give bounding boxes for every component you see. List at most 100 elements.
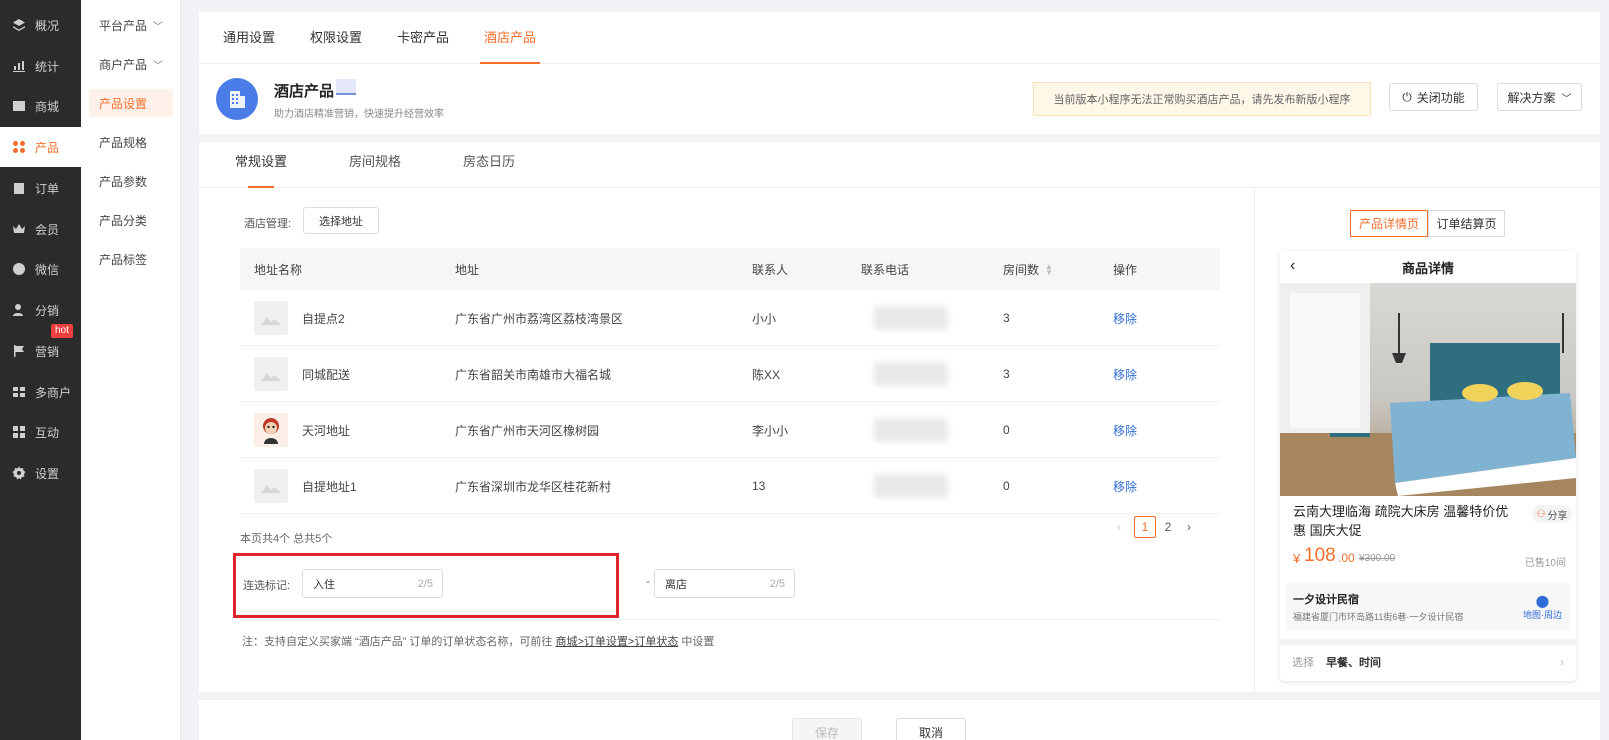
room-photo (1280, 283, 1576, 496)
solution-label: 解决方案 (1507, 90, 1556, 105)
row-address: 广东省广州市荔湾区荔枝湾景区 (455, 311, 624, 326)
solution-dropdown-button[interactable]: 解决方案 ﹀ (1497, 83, 1582, 111)
tab-general-settings[interactable]: 通用设置 (223, 12, 275, 64)
shop-info: 一夕设计民宿 福建省厦门市环岛路11街6巷·一夕设计民宿 ⬤ 地图·周边 (1286, 583, 1570, 631)
page-summary: 本页共4个 总共5个 (240, 533, 333, 545)
remove-link[interactable]: 移除 (1113, 290, 1137, 346)
gear-icon (12, 466, 26, 480)
header-card: 通用设置 权限设置 卡密产品 酒店产品 酒店产品 助力酒店精准营销，快速提升经营… (199, 12, 1600, 134)
phone-blurred (874, 362, 948, 386)
prev-page-button[interactable]: ‹ (1112, 516, 1126, 538)
col-rooms[interactable]: 房间数 ▲ ▼ (1003, 261, 1053, 278)
close-feature-button[interactable]: ⏻ 关闭功能 (1389, 83, 1478, 111)
preview-separator (1280, 639, 1576, 645)
sidebar-item-marketing[interactable]: 营销 hot (0, 324, 81, 371)
select-address-button[interactable]: 选择地址 (303, 207, 379, 234)
checkin-value: 入住 (313, 578, 335, 591)
submenu-product-specs[interactable]: 产品规格 (89, 128, 173, 156)
wechat-icon (12, 262, 26, 276)
submenu-product-tags[interactable]: 产品标签 (89, 245, 173, 273)
phone-preview: 商品详情 ‹ 云南大理临海 疏院大床房 温馨特价优惠 国庆大促 ⚇ 分享 ¥ 1… (1280, 251, 1576, 681)
location-icon: ⬤ (1535, 594, 1550, 608)
avatar-icon (254, 413, 288, 447)
price-decimal: .00 (1338, 551, 1355, 565)
chart-icon (12, 59, 26, 73)
tab-hotel-products[interactable]: 酒店产品 (479, 12, 541, 64)
tab-room-specs[interactable]: 房间规格 (349, 142, 401, 188)
clipboard-icon (12, 181, 26, 195)
sidebar-item-label: 互动 (35, 425, 60, 440)
sidebar-item-stats[interactable]: 统计 (0, 46, 81, 86)
sidebar-item-multi-merchant[interactable]: 多商户 (0, 372, 81, 412)
option-value: 早餐、时间 (1326, 657, 1381, 669)
sidebar-item-mall[interactable]: 商城 (0, 86, 81, 126)
page-2-button[interactable]: 2 (1161, 516, 1175, 538)
sidebar-item-overview[interactable]: 概况 (0, 5, 81, 45)
save-button[interactable]: 保存 (792, 718, 862, 740)
share-icon: ⚇ (1536, 508, 1546, 520)
settings-card: 常规设置 房间规格 房态日历 酒店管理: 选择地址 地址名称 地址 联系人 联系… (199, 142, 1600, 692)
preview-divider (1254, 188, 1255, 692)
sidebar-item-label: 订单 (35, 181, 60, 196)
back-icon[interactable]: ‹ (1290, 257, 1295, 275)
submenu-label: 产品规格 (99, 135, 148, 150)
page-1-button[interactable]: 1 (1134, 516, 1156, 538)
sidebar-item-label: 营销 (35, 344, 60, 359)
submenu-label: 产品参数 (99, 174, 148, 189)
checkout-mark-input[interactable]: 离店 2/5 (654, 569, 795, 598)
remove-link[interactable]: 移除 (1113, 458, 1137, 514)
checkin-mark-input[interactable]: 入住 2/5 (302, 569, 443, 598)
row-contact: 13 (752, 479, 766, 493)
table-row: 自提点2 广东省广州市荔湾区荔枝湾景区 小小 3 移除 (240, 290, 1220, 346)
tab-general[interactable]: 常规设置 (235, 142, 287, 188)
submenu-merchant-products[interactable]: 商户产品 ﹀ (89, 50, 173, 78)
submenu-product-params[interactable]: 产品参数 (89, 167, 173, 195)
tab-product-detail-preview[interactable]: 产品详情页 (1350, 210, 1428, 237)
checkout-count: 2/5 (769, 577, 785, 590)
sidebar-item-settings[interactable]: 设置 (0, 453, 81, 493)
remove-link[interactable]: 移除 (1113, 346, 1137, 402)
sidebar-item-members[interactable]: 会员 (0, 209, 81, 249)
hotel-manage-label: 酒店管理: (244, 218, 292, 230)
row-address: 广东省广州市天河区橡树园 (455, 423, 600, 438)
sidebar-item-products[interactable]: 产品 (0, 127, 81, 167)
image-placeholder-icon (254, 301, 288, 335)
share-label: 分享 (1547, 510, 1568, 522)
image-placeholder-icon (254, 357, 288, 391)
tab-permission-settings[interactable]: 权限设置 (310, 12, 362, 64)
room-title: 云南大理临海 疏院大床房 温馨特价优惠 国庆大促 (1293, 504, 1509, 538)
submenu-platform-products[interactable]: 平台产品 ﹀ (89, 11, 173, 39)
phone-blurred (874, 306, 948, 330)
share-button[interactable]: ⚇ 分享 (1532, 505, 1572, 523)
remove-link[interactable]: 移除 (1113, 402, 1137, 458)
store-icon (12, 385, 26, 399)
chevron-down-icon: ﹀ (153, 21, 164, 33)
preview-header: 商品详情 (1401, 260, 1454, 276)
order-status-link[interactable]: 商城>订单设置>订单状态 (556, 636, 679, 648)
submenu-product-categories[interactable]: 产品分类 (89, 206, 173, 234)
sidebar-item-orders[interactable]: 订单 (0, 168, 81, 208)
tab-card-products[interactable]: 卡密产品 (397, 12, 449, 64)
col-contact: 联系人 (752, 262, 789, 277)
sidebar-item-label: 设置 (35, 466, 60, 481)
submenu-product-settings[interactable]: 产品设置 (89, 89, 173, 117)
next-page-button[interactable]: › (1182, 516, 1196, 538)
tab-room-calendar[interactable]: 房态日历 (463, 142, 515, 188)
sidebar-item-label: 产品 (35, 140, 60, 155)
table-header: 地址名称 地址 联系人 联系电话 房间数 ▲ ▼ 操作 (240, 248, 1220, 290)
option-row[interactable]: 选择 早餐、时间 › (1292, 651, 1564, 673)
checkout-value: 离店 (665, 578, 687, 591)
sidebar-item-label: 概况 (35, 18, 60, 33)
cancel-button[interactable]: 取消 (896, 718, 966, 740)
chevron-down-icon: ﹀ (153, 60, 164, 72)
top-tabs: 通用设置 权限设置 卡密产品 酒店产品 (199, 12, 1600, 64)
tab-checkout-preview[interactable]: 订单结算页 (1428, 210, 1505, 237)
row-name: 自提地址1 (302, 479, 357, 494)
main-sidebar: 概况 统计 商城 产品 订单 会员 微信 分销 营销 hot 多商户 互动 设置 (0, 0, 81, 740)
sidebar-item-wechat[interactable]: 微信 (0, 249, 81, 289)
map-button[interactable]: ⬤ 地图·周边 (1523, 595, 1562, 621)
sidebar-item-interaction[interactable]: 互动 (0, 412, 81, 452)
address-table: 地址名称 地址 联系人 联系电话 房间数 ▲ ▼ 操作 自提点2 广东省广州市荔湾区… (240, 248, 1220, 514)
row-name: 天河地址 (302, 423, 351, 438)
row-contact: 李小小 (752, 423, 789, 438)
